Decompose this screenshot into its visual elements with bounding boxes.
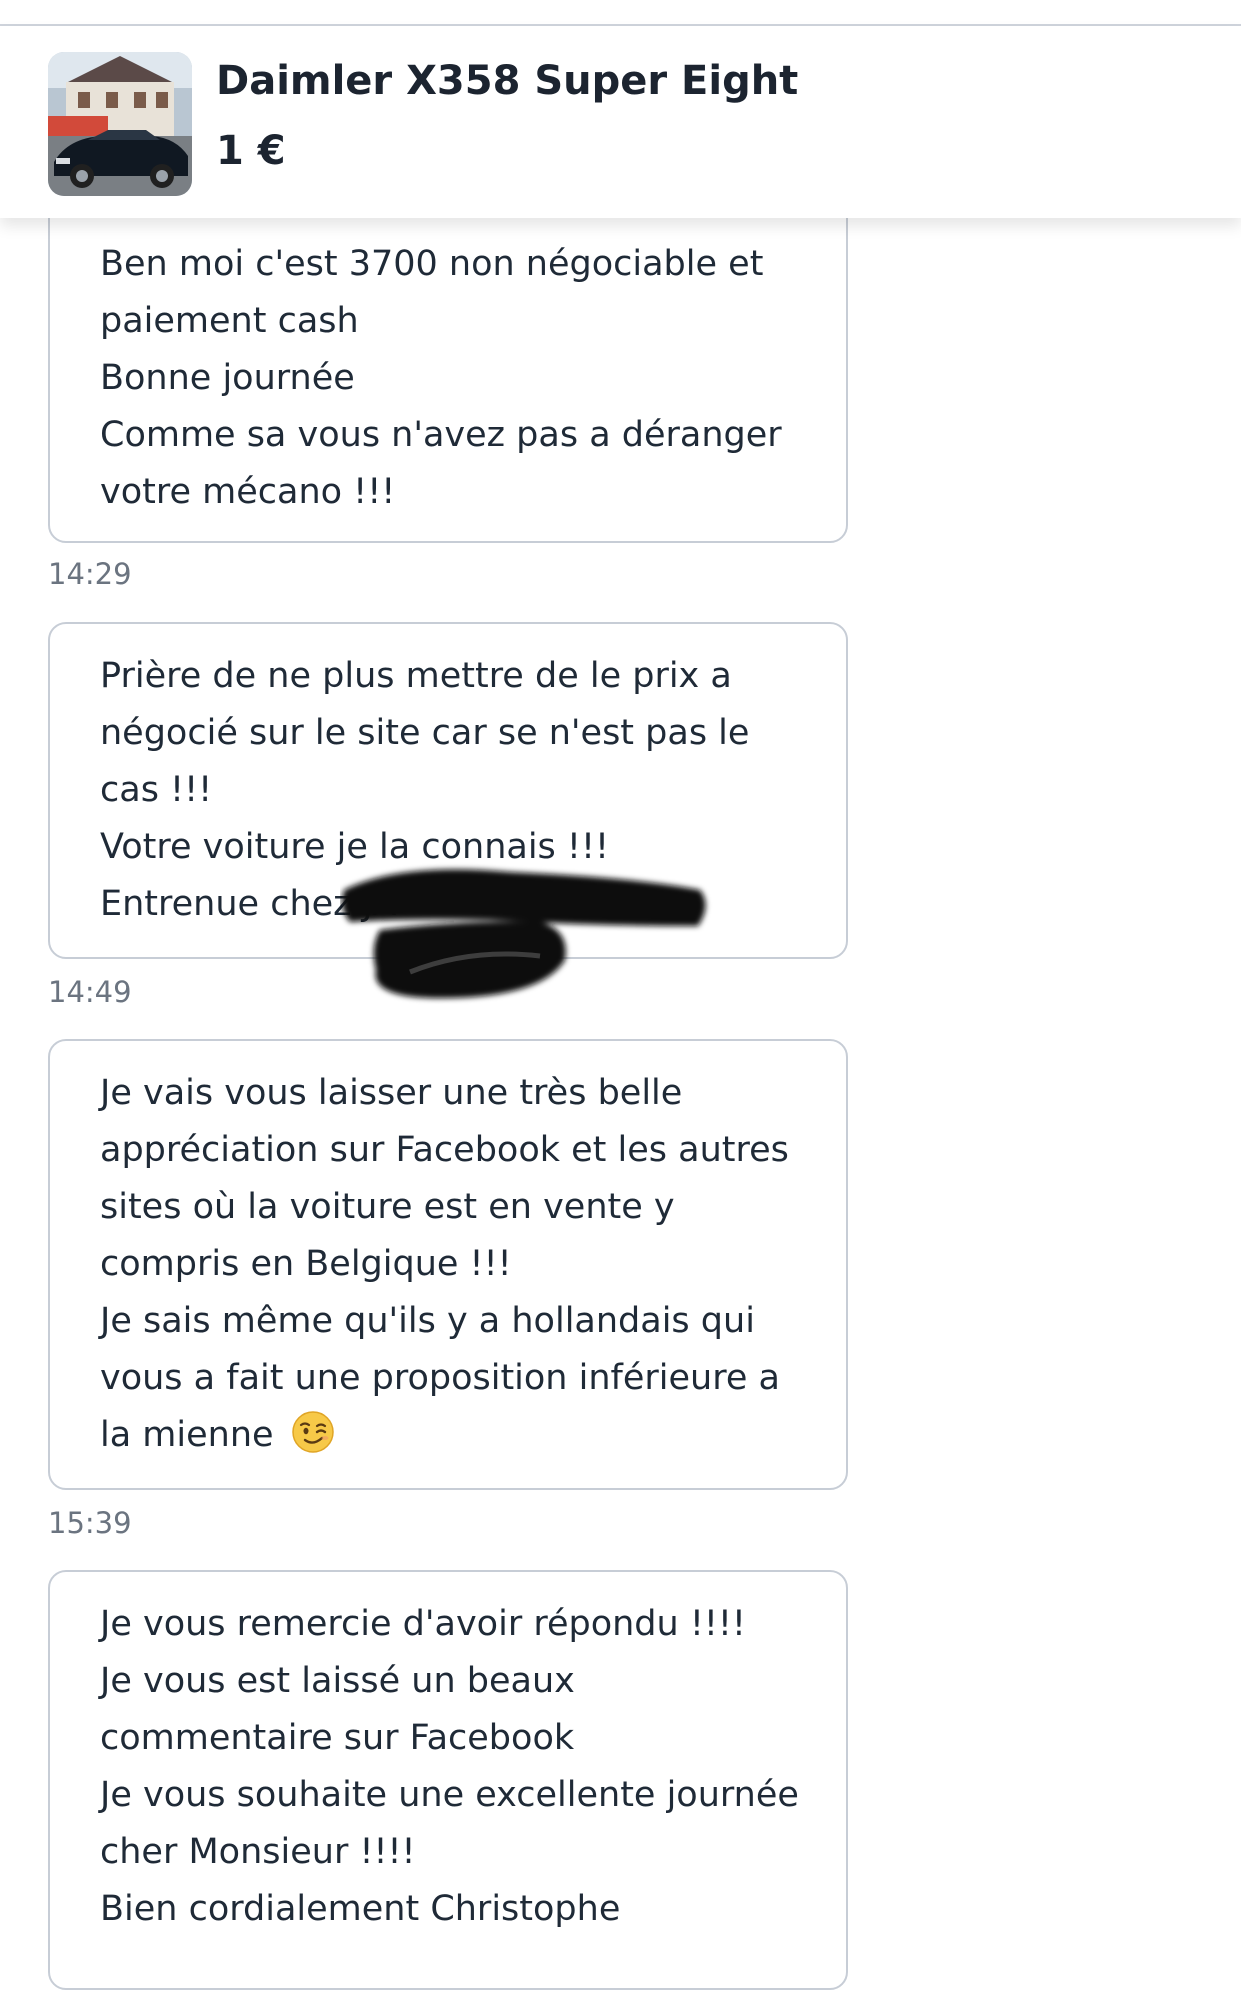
message-line-text: la mienne: [100, 1415, 274, 1455]
message-timestamp: 14:49: [48, 975, 132, 1009]
message-line: négocié sur le site car se n'est pas le: [100, 713, 750, 753]
message-thread[interactable]: Ben moi c'est 3700 non négociable et pai…: [0, 0, 1241, 1990]
message-line: appréciation sur Facebook et les autres: [100, 1130, 789, 1170]
message-bubble: Je vais vous laisser une très belle appr…: [48, 1039, 848, 1490]
message-bubble: Je vous remercie d'avoir répondu !!!! Je…: [48, 1570, 848, 1990]
message-line: Je sais même qu'ils y a hollandais qui: [100, 1301, 755, 1341]
message-timestamp: 14:29: [48, 557, 132, 591]
message-line: Prière de ne plus mettre de le prix a: [100, 656, 732, 696]
message-line: compris en Belgique !!!: [100, 1244, 512, 1284]
message-bubble: Ben moi c'est 3700 non négociable et pai…: [48, 190, 848, 543]
message-line: Je vais vous laisser une très belle: [100, 1073, 683, 1113]
message-line: Bonne journée: [100, 358, 355, 398]
car-photo-icon: [48, 52, 192, 196]
message-line: cher Monsieur !!!!: [100, 1832, 416, 1872]
message-line: sites où la voiture est en vente y: [100, 1187, 675, 1227]
listing-title[interactable]: Daimler X358 Super Eight: [216, 58, 798, 104]
message-timestamp: 15:39: [48, 1506, 132, 1540]
message-line: Comme sa vous n'avez pas a déranger: [100, 415, 782, 455]
redaction-scribble: [342, 869, 706, 999]
message-line: Bien cordialement Christophe: [100, 1889, 621, 1929]
listing-price: 1 €: [216, 128, 286, 174]
message-line-with-emoji: la mienne: [100, 1407, 806, 1464]
message-line: Je vous souhaite une excellente journée: [100, 1775, 799, 1815]
message-line: commentaire sur Facebook: [100, 1718, 575, 1758]
message-line: Je vous est laissé un beaux: [100, 1661, 575, 1701]
car-photo-thumbnail[interactable]: [48, 52, 192, 196]
listing-header[interactable]: Daimler X358 Super Eight 1 €: [0, 26, 1241, 218]
winking-face-icon: [291, 1411, 334, 1453]
message-line: vous a fait une proposition inférieure a: [100, 1358, 780, 1398]
message-line: votre mécano !!!: [100, 472, 396, 512]
message-line: paiement cash: [100, 301, 359, 341]
message-line: Ben moi c'est 3700 non négociable et: [100, 244, 764, 284]
message-line: cas !!!: [100, 770, 213, 810]
message-line: Je vous remercie d'avoir répondu !!!!: [100, 1604, 746, 1644]
